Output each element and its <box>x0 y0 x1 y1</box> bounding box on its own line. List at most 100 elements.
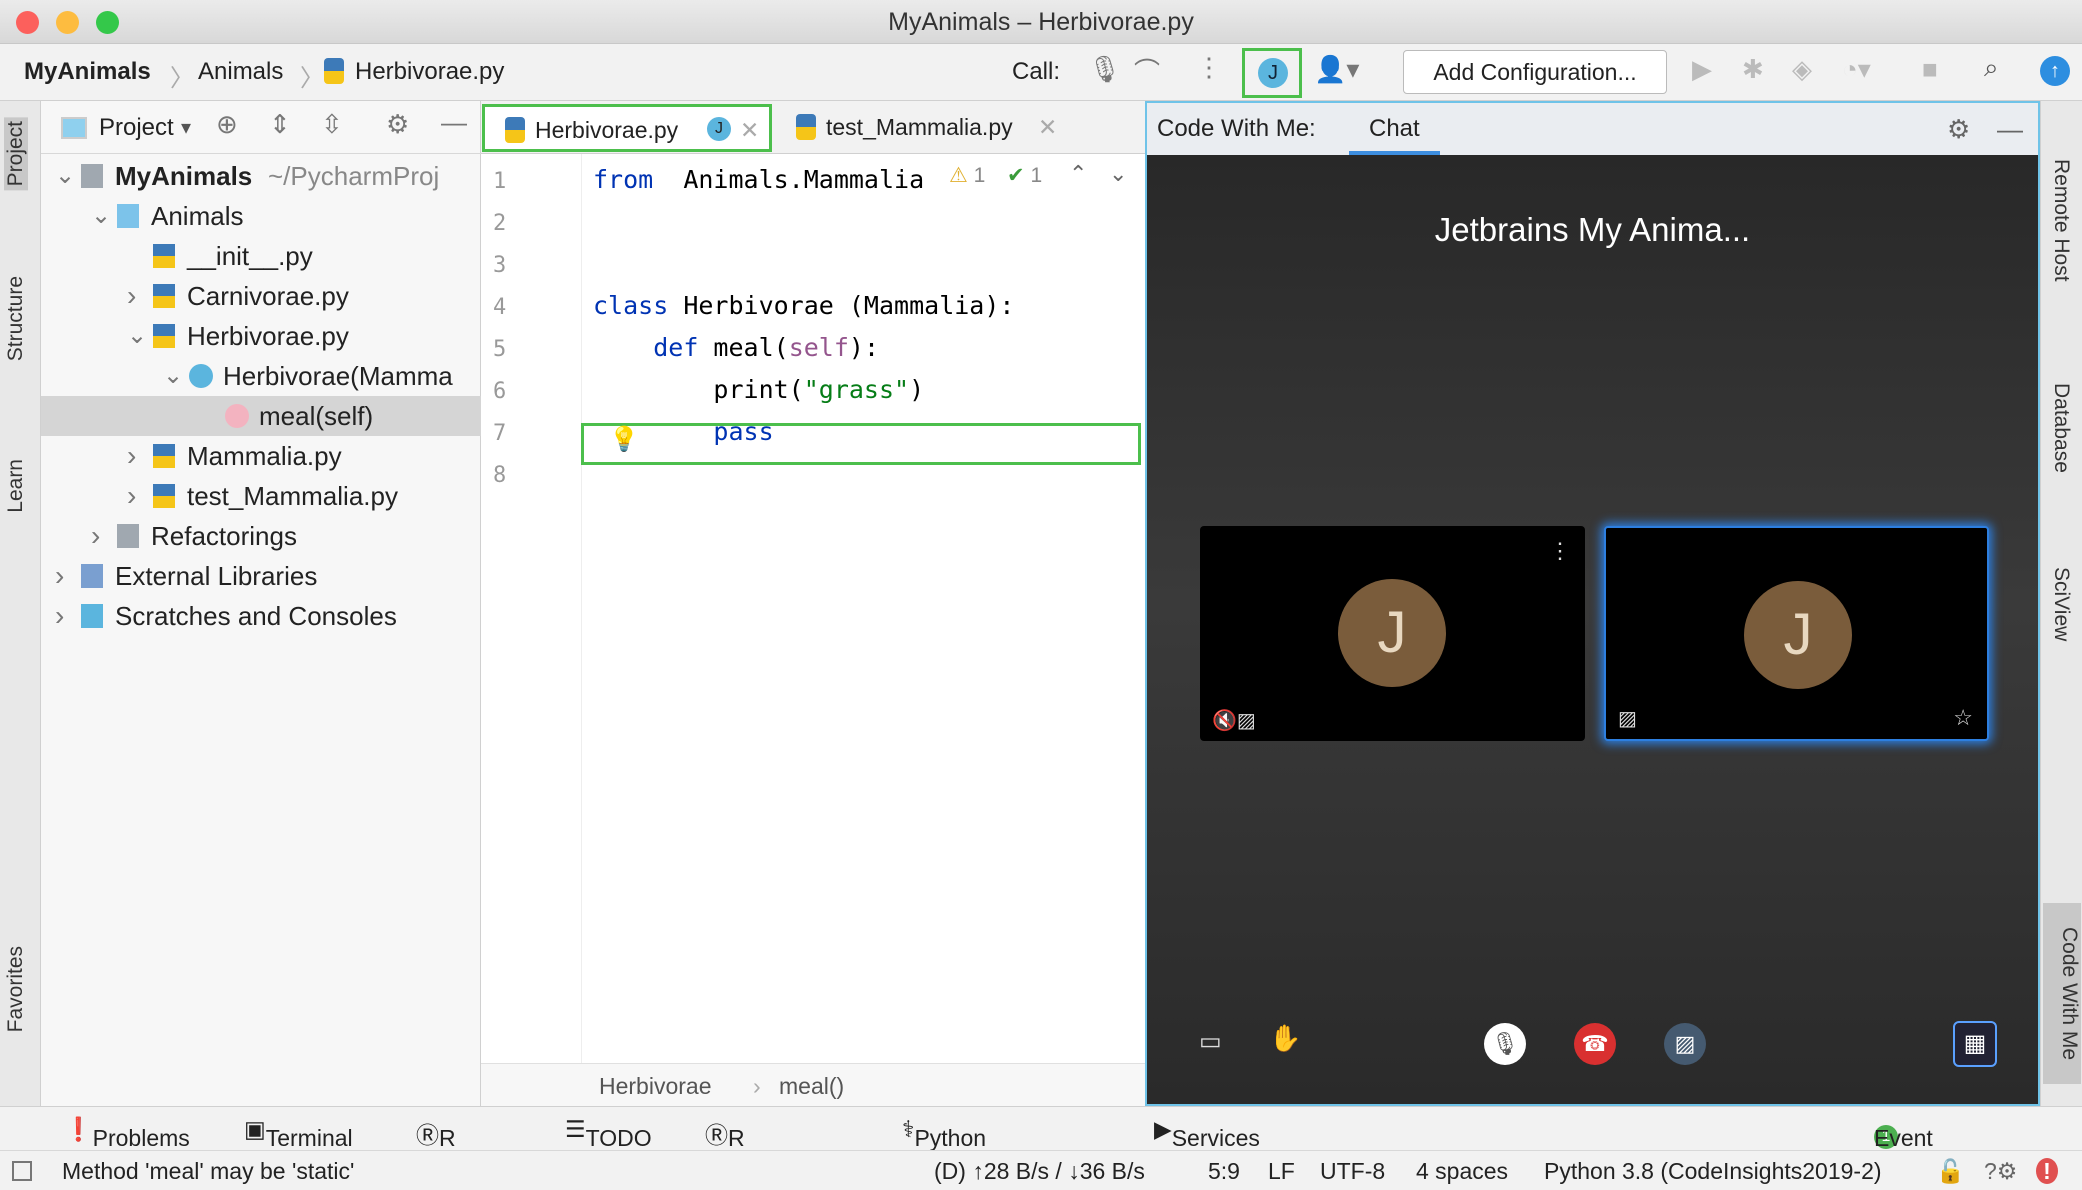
tool-r-console[interactable]: Ⓡ R Console <box>705 1116 812 1178</box>
run-icon[interactable]: ▶ <box>1692 54 1712 85</box>
stripe-favorites[interactable]: Favorites <box>4 946 28 1032</box>
tree-item[interactable]: › Carnivorae.py <box>41 276 481 316</box>
tool-r-jobs[interactable]: Ⓡ R Jobs <box>416 1116 488 1178</box>
participants-dropdown-icon[interactable]: 👤▾ <box>1314 54 1359 85</box>
more-icon[interactable]: ⋮ <box>1549 538 1571 564</box>
chevron-right-icon[interactable]: › <box>127 476 136 516</box>
raise-hand-icon[interactable]: ✋ <box>1269 1023 1301 1054</box>
error-icon[interactable]: ! <box>2036 1158 2058 1184</box>
gear-icon[interactable]: ⚙ <box>1947 103 1970 155</box>
microphone-button[interactable]: 🎙 <box>1484 1023 1526 1065</box>
tree-item[interactable]: › test_Mammalia.py <box>41 476 481 516</box>
user-session-button[interactable]: J <box>1242 48 1302 98</box>
chevron-right-icon[interactable]: › <box>55 596 64 636</box>
tool-problems[interactable]: ❗ Problems <box>64 1116 190 1151</box>
add-configuration-button[interactable]: Add Configuration... <box>1403 50 1667 94</box>
tab-test-mammalia[interactable]: test_Mammalia.py ✕ <box>776 104 1066 152</box>
tree-item[interactable]: › Refactorings <box>41 516 481 556</box>
stripe-structure[interactable]: Structure <box>4 276 28 361</box>
close-tab-icon[interactable]: ✕ <box>1038 104 1057 150</box>
stripe-learn[interactable]: Learn <box>4 459 28 513</box>
tree-item-label: Mammalia.py <box>187 441 342 471</box>
search-icon[interactable]: ⌕ <box>1984 52 1999 84</box>
profile-icon[interactable]: ◔▾ <box>1842 54 1871 85</box>
tree-item[interactable]: ⌄ Herbivorae(Mamma <box>41 356 481 396</box>
collapse-all-icon[interactable]: ⇳ <box>321 109 343 140</box>
tree-item[interactable]: ⌄ Animals <box>41 196 481 236</box>
chevron-right-icon[interactable]: › <box>127 276 136 316</box>
close-tab-icon[interactable]: ✕ <box>740 107 759 153</box>
chevron-down-icon[interactable]: ⌄ <box>91 196 111 236</box>
tree-item[interactable]: › External Libraries <box>41 556 481 596</box>
hide-icon[interactable]: — <box>441 107 467 138</box>
tree-item-label: Scratches and Consoles <box>115 601 397 631</box>
project-view-selector[interactable]: Project <box>99 114 174 142</box>
tab-herbivorae[interactable]: Herbivorae.py J ✕ <box>482 104 772 152</box>
lock-icon[interactable]: 🔓 <box>1936 1158 1965 1185</box>
camera-toggle-button[interactable]: ▨ <box>1664 1023 1706 1065</box>
help-settings-icon[interactable]: ?⚙ <box>1984 1158 2017 1185</box>
close-window-button[interactable] <box>16 11 39 34</box>
tree-item[interactable]: __init__.py <box>41 236 481 276</box>
chevron-down-icon[interactable]: ▾ <box>181 115 191 140</box>
star-icon[interactable]: ☆ <box>1953 705 1973 731</box>
tree-item[interactable]: meal(self) <box>41 396 481 436</box>
minimize-window-button[interactable] <box>56 11 79 34</box>
line-separator[interactable]: LF <box>1268 1158 1295 1185</box>
next-highlight-icon[interactable]: ⌄ <box>1109 161 1127 187</box>
tool-todo[interactable]: ☰ TODO <box>565 1116 652 1151</box>
participant-tile[interactable]: J ⋮ 🔇▨ <box>1200 526 1585 741</box>
previous-highlight-icon[interactable]: ⌃ <box>1069 161 1087 187</box>
file-encoding[interactable]: UTF-8 <box>1320 1158 1385 1185</box>
tree-item[interactable]: › Mammalia.py <box>41 436 481 476</box>
tool-terminal[interactable]: ▣ Terminal <box>244 1116 353 1151</box>
stripe-project[interactable]: Project <box>4 117 28 191</box>
coverage-icon[interactable]: ◈ <box>1792 54 1812 85</box>
locate-icon[interactable]: ⊕ <box>216 109 238 140</box>
hide-icon[interactable]: — <box>1997 103 2023 155</box>
expand-all-icon[interactable]: ⇕ <box>269 109 291 140</box>
more-icon[interactable]: ⋮ <box>1196 52 1222 83</box>
stripe-remote-host[interactable]: Remote Host <box>2049 159 2073 282</box>
caret-position[interactable]: 5:9 <box>1208 1158 1240 1185</box>
debug-icon[interactable]: ✱ <box>1742 54 1764 85</box>
chevron-right-icon[interactable]: › <box>91 516 100 556</box>
stripe-sciview[interactable]: SciView <box>2049 567 2073 641</box>
line-number: 2 <box>493 211 507 236</box>
stop-icon[interactable]: ■ <box>1922 54 1938 85</box>
participant-tile-self[interactable]: J ▨ ☆ <box>1604 526 1989 741</box>
tool-python-console[interactable]: ⚕ Python Console <box>902 1116 999 1178</box>
update-icon[interactable]: ↑ <box>2040 56 2070 86</box>
stripe-code-with-me[interactable]: Code With Me <box>2043 903 2081 1085</box>
breadcrumb-class[interactable]: Herbivorae <box>599 1073 712 1100</box>
tree-item[interactable]: ⌄ Herbivorae.py <box>41 316 481 356</box>
tool-services[interactable]: ▶ Services <box>1154 1116 1260 1151</box>
chevron-down-icon[interactable]: ⌄ <box>127 316 147 356</box>
stripe-database[interactable]: Database <box>2049 383 2073 473</box>
chevron-down-icon[interactable]: ⌄ <box>55 156 75 196</box>
gear-icon[interactable]: ⚙ <box>386 109 409 140</box>
tree-item[interactable]: › Scratches and Consoles <box>41 596 481 636</box>
hang-up-button[interactable]: ☎ <box>1574 1023 1616 1065</box>
tab-chat[interactable]: Chat <box>1349 103 1440 155</box>
chevron-right-icon[interactable]: › <box>127 436 136 476</box>
python-interpreter[interactable]: Python 3.8 (CodeInsights2019-2) <box>1544 1158 1882 1185</box>
network-traffic: (D) ↑28 B/s / ↓36 B/s <box>934 1158 1145 1184</box>
inspection-ok[interactable]: ✔ 1 <box>1007 163 1042 188</box>
tree-item[interactable]: ⌄ MyAnimals ~/PycharmProj <box>41 156 481 196</box>
breadcrumb-folder[interactable]: Animals <box>198 58 283 86</box>
microphone-icon[interactable]: 🎙 <box>1088 54 1121 85</box>
chevron-right-icon[interactable]: › <box>55 556 64 596</box>
breadcrumb-method[interactable]: meal() <box>779 1073 844 1100</box>
zoom-window-button[interactable] <box>96 11 119 34</box>
chevron-down-icon[interactable]: ⌄ <box>163 356 183 396</box>
breadcrumb-project[interactable]: MyAnimals <box>24 58 151 86</box>
grid-view-icon[interactable]: ▦ <box>1953 1021 1997 1067</box>
hang-up-icon[interactable]: ⌒ <box>1134 52 1160 89</box>
toggle-tool-windows-icon[interactable] <box>12 1161 32 1181</box>
inspection-warnings[interactable]: ⚠ 1 <box>949 163 985 188</box>
indent-setting[interactable]: 4 spaces <box>1416 1158 1508 1185</box>
breadcrumb-file[interactable]: Herbivorae.py <box>355 58 504 86</box>
chat-icon[interactable]: ▭ <box>1199 1027 1222 1056</box>
lightbulb-icon[interactable]: 💡 <box>609 425 639 454</box>
